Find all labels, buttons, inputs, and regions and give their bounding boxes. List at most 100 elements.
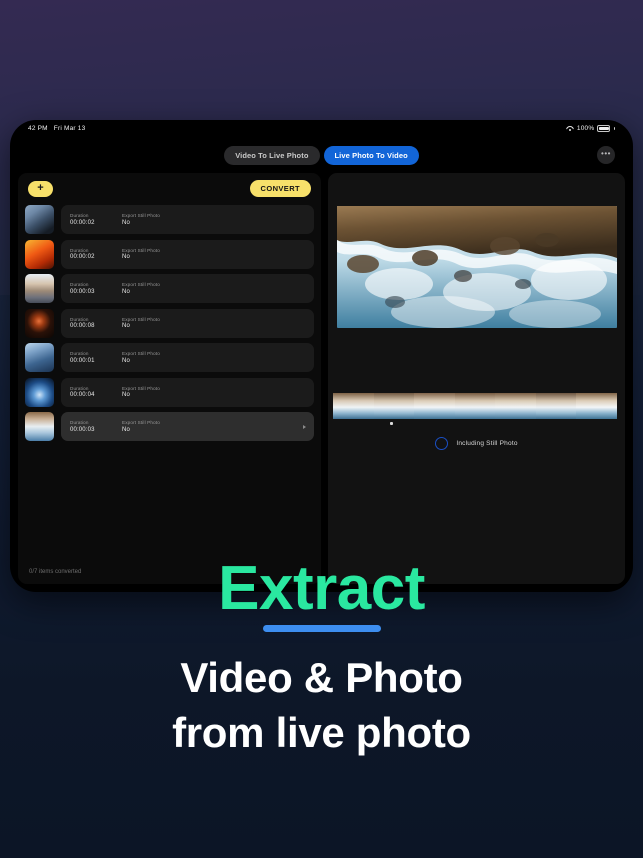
duration-value: 00:00:03 [70, 426, 95, 433]
filmstrip-frame[interactable] [414, 393, 455, 419]
duration-label: Duration [70, 316, 89, 322]
duration-label: Duration [70, 213, 89, 219]
timeline-playhead[interactable] [390, 422, 393, 425]
status-bar-left: 42 PM Fri Mar 13 [28, 125, 85, 132]
battery-icon [597, 125, 611, 132]
marketing-subheadline: Video & Photo from live photo [0, 650, 643, 761]
subheadline-line-1: Video & Photo [180, 654, 463, 701]
chevron-right-icon[interactable] [303, 424, 306, 429]
export-still-value: No [122, 392, 130, 399]
list-item[interactable]: Duration 00:00:03 Export Still Photo No [25, 273, 314, 304]
duration-field: Duration 00:00:03 [70, 420, 122, 433]
convert-button[interactable]: CONVERT [249, 180, 311, 197]
list-item-body: Duration 00:00:08 Export Still Photo No [61, 308, 314, 338]
checkbox-circle-icon[interactable] [435, 437, 449, 450]
filmstrip-frame[interactable] [454, 393, 496, 419]
tab-video-to-live-photo[interactable]: Video To Live Photo [224, 145, 320, 165]
video-preview[interactable] [336, 206, 617, 328]
duration-label: Duration [70, 420, 89, 426]
filmstrip-frame[interactable] [373, 393, 415, 419]
list-item[interactable]: Duration 00:00:04 Export Still Photo No [25, 377, 314, 408]
tab-live-photo-to-video[interactable]: Live Photo To Video [323, 145, 419, 165]
media-list[interactable]: Duration 00:00:02 Export Still Photo No [18, 204, 321, 560]
filmstrip-frame[interactable] [576, 393, 617, 419]
list-item[interactable]: Duration 00:00:01 Export Still Photo No [25, 342, 314, 373]
duration-value: 00:00:01 [70, 357, 95, 364]
export-still-field: Export Still Photo No [122, 351, 160, 364]
marketing-headline: Extract [218, 554, 425, 623]
status-bar-right: 100% [566, 125, 615, 132]
top-navigation-bar: Video To Live Photo Live Photo To Video … [10, 137, 633, 173]
preview-image [336, 206, 617, 328]
filmstrip-frame[interactable] [333, 393, 374, 419]
export-still-value: No [122, 323, 130, 330]
timeline-filmstrip[interactable] [333, 393, 617, 419]
thumbnail [25, 377, 54, 407]
headline-underline [262, 625, 381, 632]
status-bar-date: Fri Mar 13 [53, 125, 86, 132]
export-still-label: Export Still Photo [122, 385, 160, 391]
list-item-body: Duration 00:00:03 Export Still Photo No [61, 274, 314, 303]
export-still-value: No [122, 357, 130, 364]
tablet-device-frame: 42 PM Fri Mar 13 100% Video To Live Phot… [10, 120, 633, 592]
export-still-value: No [122, 254, 130, 261]
list-item[interactable]: Duration 00:00:03 Export Still Photo No [25, 411, 314, 442]
thumbnail [25, 239, 54, 269]
including-still-photo-label: Including Still Photo [456, 440, 518, 447]
list-item-body: Duration 00:00:01 Export Still Photo No [61, 343, 314, 372]
wifi-icon [566, 126, 574, 132]
duration-field: Duration 00:00:08 [70, 317, 122, 330]
export-still-label: Export Still Photo [122, 316, 160, 322]
duration-label: Duration [70, 247, 89, 253]
export-still-field: Export Still Photo No [122, 386, 160, 399]
list-item-body: Duration 00:00:02 Export Still Photo No [61, 205, 314, 234]
export-still-label: Export Still Photo [122, 282, 160, 288]
export-still-field: Export Still Photo No [122, 282, 160, 295]
export-still-label: Export Still Photo [122, 247, 160, 253]
list-item-body: Duration 00:00:04 Export Still Photo No [61, 377, 314, 407]
thumbnail [25, 205, 54, 234]
list-toolbar: + CONVERT [18, 173, 321, 204]
export-still-field: Export Still Photo No [122, 248, 160, 261]
list-item-body: Duration 00:00:03 Export Still Photo No [61, 412, 314, 441]
duration-value: 00:00:02 [70, 254, 95, 261]
duration-field: Duration 00:00:01 [70, 351, 122, 364]
duration-label: Duration [70, 351, 89, 357]
duration-value: 00:00:04 [70, 392, 95, 399]
export-still-value: No [122, 288, 130, 295]
subheadline-line-2: from live photo [172, 709, 471, 757]
list-item-body: Duration 00:00:02 Export Still Photo No [61, 239, 314, 269]
media-list-pane: + CONVERT Duration 00:00:02 Export Still… [18, 173, 321, 584]
export-still-label: Export Still Photo [122, 213, 160, 219]
duration-field: Duration 00:00:04 [70, 386, 122, 399]
more-options-button[interactable]: ••• [597, 146, 615, 164]
filmstrip-frame[interactable] [495, 393, 536, 419]
add-media-button[interactable]: + [28, 180, 53, 197]
mode-segmented-control[interactable]: Video To Live Photo Live Photo To Video [224, 145, 419, 165]
duration-label: Duration [70, 385, 89, 391]
duration-value: 00:00:08 [70, 323, 95, 330]
duration-field: Duration 00:00:02 [70, 248, 122, 261]
status-bar: 42 PM Fri Mar 13 100% [10, 120, 633, 137]
main-content: + CONVERT Duration 00:00:02 Export Still… [18, 173, 625, 584]
preview-pane: Including Still Photo [328, 173, 625, 584]
export-still-field: Export Still Photo No [122, 317, 160, 330]
duration-field: Duration 00:00:02 [70, 213, 122, 226]
battery-percent: 100% [576, 125, 595, 132]
list-item[interactable]: Duration 00:00:08 Export Still Photo No [25, 308, 314, 339]
duration-field: Duration 00:00:03 [70, 282, 122, 295]
battery-tip-icon [613, 127, 615, 130]
thumbnail [25, 308, 54, 338]
export-still-field: Export Still Photo No [122, 213, 160, 226]
export-still-label: Export Still Photo [122, 420, 160, 426]
filmstrip-frame[interactable] [535, 393, 577, 419]
ellipsis-icon: ••• [601, 148, 611, 158]
thumbnail [25, 274, 54, 303]
including-still-photo-option[interactable]: Including Still Photo [328, 437, 625, 450]
thumbnail [25, 343, 54, 372]
plus-icon: + [37, 182, 44, 194]
list-item[interactable]: Duration 00:00:02 Export Still Photo No [25, 239, 314, 270]
status-bar-time: 42 PM [28, 125, 48, 132]
list-item[interactable]: Duration 00:00:02 Export Still Photo No [25, 204, 314, 235]
export-still-label: Export Still Photo [122, 351, 160, 357]
